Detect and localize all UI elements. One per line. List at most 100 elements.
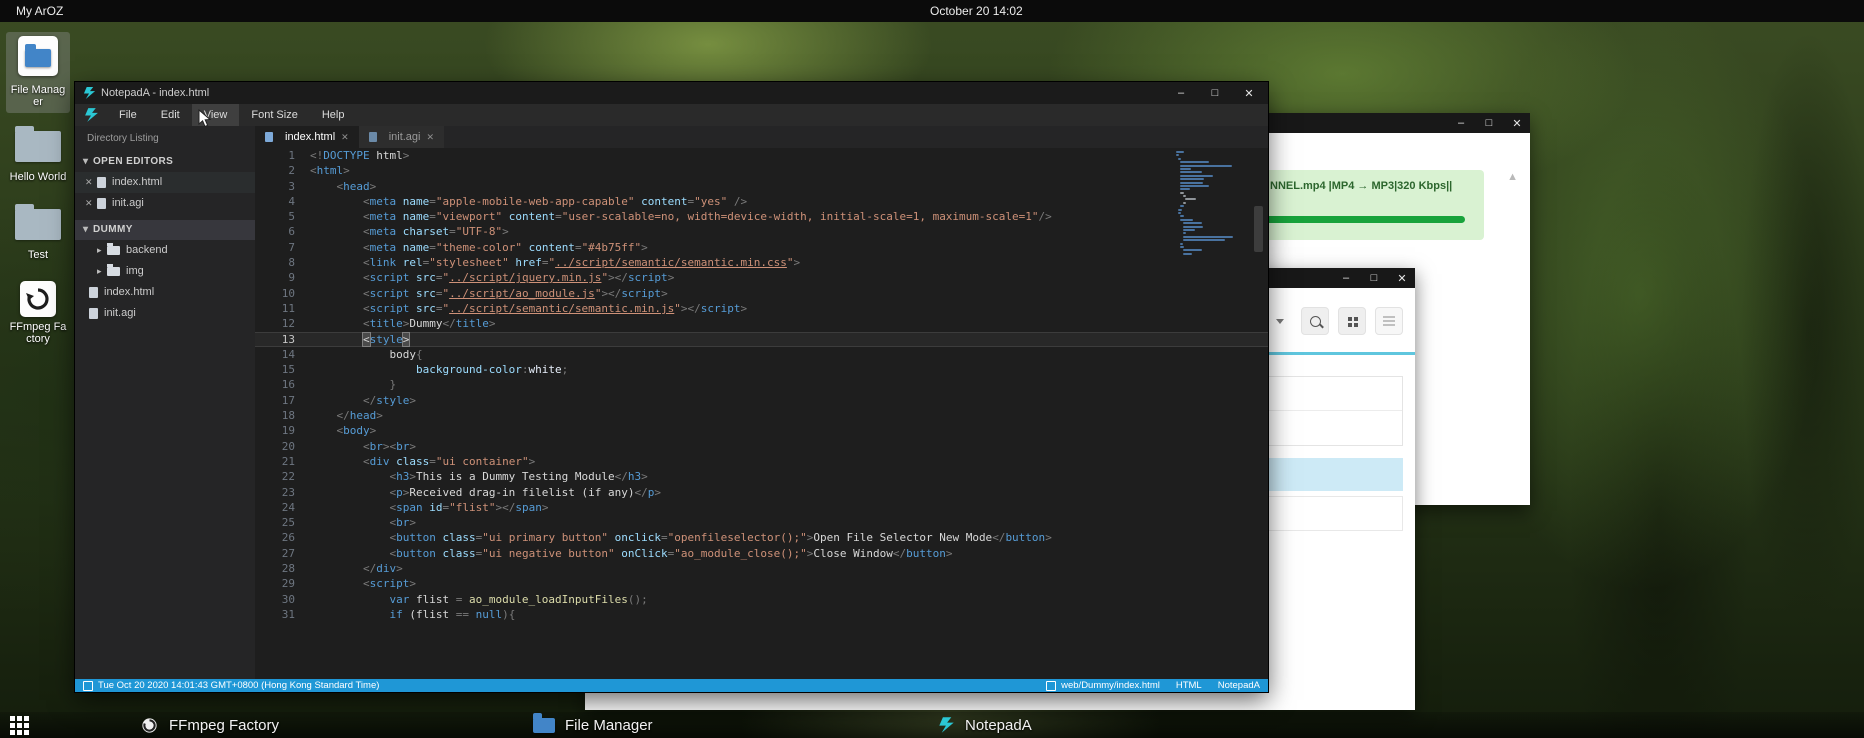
chevron-right-icon: ▸ [97, 261, 107, 282]
code-line[interactable]: 1<!DOCTYPE html> [255, 148, 1268, 163]
search-button[interactable] [1301, 307, 1329, 335]
code-line[interactable]: 24 <span id="flist"></span> [255, 500, 1268, 515]
code-line[interactable]: 28 </div> [255, 561, 1268, 576]
code-line[interactable]: 7 <meta name="theme-color" content="#4b7… [255, 240, 1268, 255]
tree-item-label: backend [126, 240, 168, 261]
code-line[interactable]: 26 <button class="ui primary button" onc… [255, 530, 1268, 545]
close-icon[interactable]: ✕ [341, 132, 349, 143]
code-line[interactable]: 3 <head> [255, 179, 1268, 194]
editor-scrollbar[interactable] [1254, 206, 1263, 252]
code-line[interactable]: 27 <button class="ui negative button" on… [255, 546, 1268, 561]
file-manager-app-icon [18, 36, 58, 76]
aroz-brand[interactable]: My ArOZ [16, 0, 63, 22]
minimize-button[interactable]: – [1339, 272, 1353, 284]
notepada-titlebar[interactable]: NotepadA - index.html – □ ✕ [75, 82, 1268, 104]
code-line[interactable]: 23 <p>Received drag-in filelist (if any)… [255, 485, 1268, 500]
taskbar-item-file-manager[interactable]: File Manager [533, 712, 653, 738]
list-view-icon [1383, 320, 1395, 322]
tab-index-html[interactable]: index.html ✕ [255, 126, 359, 148]
grid-view-icon [1348, 317, 1352, 321]
minimize-button[interactable]: – [1174, 87, 1188, 99]
tab-init-agi[interactable]: init.agi ✕ [359, 126, 444, 148]
status-language: HTML [1176, 680, 1202, 691]
code-line[interactable]: 30 var flist = ao_module_loadInputFiles(… [255, 592, 1268, 607]
open-editor-label: init.agi [112, 193, 144, 214]
close-icon[interactable]: ✕ [426, 132, 434, 143]
code-line[interactable]: 20 <br><br> [255, 439, 1268, 454]
section-open-editors[interactable]: ▾OPEN EDITORS [75, 152, 255, 172]
notepada-logo-icon [83, 86, 96, 100]
desktop-icon-ffmpeg-factory[interactable]: FFmpeg Factory [6, 281, 70, 345]
tree-item-folder[interactable]: ▸backend [75, 240, 255, 261]
code-line[interactable]: 19 <body> [255, 423, 1268, 438]
app-launcher-button[interactable] [10, 712, 29, 738]
close-button[interactable]: ✕ [1395, 272, 1409, 285]
chevron-down-icon[interactable] [1276, 319, 1284, 324]
maximize-button[interactable]: □ [1482, 117, 1496, 129]
tab-label: init.agi [389, 131, 421, 143]
minimize-button[interactable]: – [1454, 117, 1468, 129]
code-line[interactable]: 6 <meta charset="UTF-8"> [255, 224, 1268, 239]
open-editor-item[interactable]: ✕ init.agi [75, 193, 255, 214]
folder-icon [15, 131, 61, 162]
tree-item-label: index.html [104, 282, 154, 303]
code-line[interactable]: 5 <meta name="viewport" content="user-sc… [255, 209, 1268, 224]
file-icon [265, 132, 273, 142]
taskbar-item-label: FFmpeg Factory [169, 717, 279, 734]
scroll-up-icon[interactable]: ▲ [1507, 171, 1518, 183]
code-line[interactable]: 4 <meta name="apple-mobile-web-app-capab… [255, 194, 1268, 209]
code-line[interactable]: 31 if (flist == null){ [255, 607, 1268, 622]
code-line[interactable]: 14 body{ [255, 347, 1268, 362]
menu-help[interactable]: Help [310, 104, 357, 126]
notepada-logo-icon [84, 107, 99, 123]
code-editor[interactable]: 1<!DOCTYPE html>2<html>3 <head>4 <meta n… [255, 148, 1268, 679]
code-line[interactable]: 25 <br> [255, 515, 1268, 530]
menu-edit[interactable]: Edit [149, 104, 192, 126]
minimap[interactable] [1176, 151, 1234, 256]
code-line[interactable]: 15 background-color:white; [255, 362, 1268, 377]
code-line[interactable]: 18 </head> [255, 408, 1268, 423]
desktop-icon-test[interactable]: Test [6, 204, 70, 261]
menu-font-size[interactable]: Font Size [239, 104, 309, 126]
tree-item-file[interactable]: index.html [75, 282, 255, 303]
maximize-button[interactable]: □ [1208, 87, 1222, 99]
code-line[interactable]: 9 <script src="../script/jquery.min.js">… [255, 270, 1268, 285]
taskbar-item-ffmpeg-factory[interactable]: FFmpeg Factory [140, 712, 279, 738]
circular-arrows-icon [26, 287, 50, 311]
menu-file[interactable]: File [107, 104, 149, 126]
grid-view-button[interactable] [1338, 307, 1366, 335]
directory-sidebar: Directory Listing ▾OPEN EDITORS ✕index.h… [75, 126, 255, 679]
taskbar-item-label: NotepadA [965, 717, 1032, 734]
desktop-icon-file-manager[interactable]: File Manager [6, 32, 70, 113]
folder-icon [533, 718, 555, 733]
code-line[interactable]: 13 <style> [255, 332, 1268, 347]
tree-item-file[interactable]: init.agi [75, 303, 255, 324]
tree-item-folder[interactable]: ▸ img [75, 261, 255, 282]
taskbar-item-notepada[interactable]: NotepadA [938, 712, 1032, 738]
maximize-button[interactable]: □ [1367, 272, 1381, 284]
code-line[interactable]: 17 </style> [255, 393, 1268, 408]
close-button[interactable]: ✕ [1510, 117, 1524, 130]
code-line[interactable]: 10 <script src="../script/ao_module.js">… [255, 286, 1268, 301]
code-line[interactable]: 11 <script src="../script/semantic/seman… [255, 301, 1268, 316]
taskbar: FFmpeg Factory File Manager NotepadA [0, 712, 1864, 738]
desktop-icon-hello-world[interactable]: Hello World [6, 126, 70, 183]
window-title: NotepadA - index.html [101, 82, 209, 104]
section-project-dummy[interactable]: ▾DUMMY [75, 220, 255, 240]
code-line[interactable]: 12 <title>Dummy</title> [255, 316, 1268, 331]
list-view-button[interactable] [1375, 307, 1403, 335]
code-line[interactable]: 2<html> [255, 163, 1268, 178]
file-icon [97, 177, 106, 188]
code-line[interactable]: 29 <script> [255, 576, 1268, 591]
close-icon[interactable]: ✕ [85, 172, 97, 193]
code-line[interactable]: 16 } [255, 377, 1268, 392]
close-icon[interactable]: ✕ [85, 193, 97, 214]
close-button[interactable]: ✕ [1242, 87, 1256, 100]
open-editor-item[interactable]: ✕index.html [75, 172, 255, 193]
code-line[interactable]: 22 <h3>This is a Dummy Testing Module</h… [255, 469, 1268, 484]
desktop-icon-label: Test [8, 249, 68, 261]
code-line[interactable]: 21 <div class="ui container"> [255, 454, 1268, 469]
code-line[interactable]: 8 <link rel="stylesheet" href="../script… [255, 255, 1268, 270]
sidebar-header: Directory Listing [75, 126, 255, 152]
tree-item-label: img [126, 261, 144, 282]
